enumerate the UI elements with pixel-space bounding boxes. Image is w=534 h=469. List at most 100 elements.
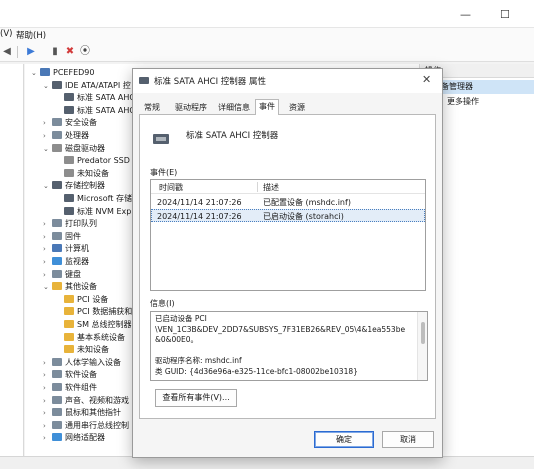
ok-button[interactable]: 确定 <box>314 431 374 448</box>
warning-icon <box>64 332 74 341</box>
chevron-right-icon[interactable]: › <box>43 357 52 369</box>
event-timestamp: 2024/11/14 21:07:26 <box>157 198 242 207</box>
tab-resources[interactable]: 资源 <box>286 101 308 114</box>
warning-icon <box>64 320 74 328</box>
computer-icon <box>40 68 50 76</box>
tree-item-label: 网络适配器 <box>65 433 105 443</box>
menu-view[interactable]: (V) <box>0 29 12 39</box>
tree-item[interactable]: ⌄ PCEFED90 <box>31 67 94 79</box>
tree-item[interactable]: › 打印队列 <box>43 218 97 230</box>
chevron-right-icon[interactable]: › <box>43 130 52 142</box>
events-list[interactable]: 时间戳 描述 2024/11/14 21:07:26 已配置设备 (mshdc.… <box>150 179 426 291</box>
tree-item-label: 人体学输入设备 <box>65 357 121 367</box>
tree-item[interactable]: 标准 NVM Exp <box>55 206 131 218</box>
tree-item[interactable]: ⌄ IDE ATA/ATAPI 控 <box>43 80 131 92</box>
chevron-down-icon[interactable]: ⌄ <box>43 143 52 155</box>
audio-icon <box>52 395 62 404</box>
info-textbox[interactable]: 已启动设备 PCI \VEN_1C3B&DEV_2DD7&SUBSYS_7F31E… <box>150 311 428 381</box>
tree-item-label: 标准 NVM Exp <box>77 206 132 216</box>
chevron-down-icon[interactable]: ⌄ <box>43 281 52 293</box>
chevron-right-icon[interactable]: › <box>43 395 52 407</box>
tree-item[interactable]: › 固件 <box>43 231 81 243</box>
tree-item[interactable]: › 安全设备 <box>43 117 97 129</box>
tree-item-label: 键盘 <box>65 269 81 279</box>
tab-details[interactable]: 详细信息 <box>215 101 253 114</box>
scroll-thumb[interactable] <box>421 322 425 344</box>
tree-item-label: 计算机 <box>65 244 89 254</box>
view-all-events-button[interactable]: 查看所有事件(V)... <box>155 389 237 407</box>
menu-help[interactable]: 帮助(H) <box>16 29 46 41</box>
chevron-right-icon[interactable]: › <box>43 256 52 268</box>
tree-item[interactable]: 基本系统设备 <box>55 332 125 344</box>
column-divider[interactable] <box>257 182 258 192</box>
tree-item-label: 标准 SATA AHC <box>77 93 135 103</box>
minimize-button[interactable]: — <box>460 8 471 21</box>
chevron-right-icon[interactable]: › <box>43 407 52 419</box>
tree-item-label: 软件组件 <box>65 383 97 392</box>
event-row[interactable]: 2024/11/14 21:07:26 已配置设备 (mshdc.inf) <box>151 196 425 209</box>
chevron-down-icon[interactable]: ⌄ <box>43 180 52 192</box>
tab-driver[interactable]: 驱动程序 <box>172 101 210 114</box>
chevron-right-icon[interactable]: › <box>43 269 52 281</box>
tree-item[interactable]: › 软件设备 <box>43 369 97 381</box>
dialog-title-bar: 标准 SATA AHCI 控制器 属性 ✕ <box>133 69 442 93</box>
tree-item[interactable]: PCI 数据捕获和 <box>55 306 132 318</box>
tree-item[interactable]: 未知设备 <box>55 168 109 180</box>
tree-item[interactable]: › 鼠标和其他指针 <box>43 407 121 419</box>
cancel-button[interactable]: 取消 <box>382 431 434 448</box>
chevron-right-icon[interactable]: › <box>43 117 52 129</box>
tree-item[interactable]: › 声音、视频和游戏 <box>43 395 129 407</box>
tree-item[interactable]: › 计算机 <box>43 243 89 255</box>
tree-item-label: 未知设备 <box>77 345 109 355</box>
tree-item-label: PCI 设备 <box>77 294 109 304</box>
chevron-right-icon[interactable]: › <box>43 243 52 255</box>
printer-icon <box>52 219 62 228</box>
update-driver-icon[interactable]: ▶ <box>24 45 38 59</box>
tab-events[interactable]: 事件 <box>255 99 279 115</box>
back-icon[interactable]: ◀ <box>0 45 14 59</box>
tree-item[interactable]: Predator SSD <box>55 155 130 167</box>
tree-item[interactable]: › 通用串行总线控制 <box>43 420 129 432</box>
scan-hardware-icon[interactable]: ⦿ <box>78 45 92 59</box>
uninstall-icon[interactable]: ✖ <box>63 45 77 59</box>
maximize-button[interactable]: ☐ <box>500 8 510 21</box>
tree-item[interactable]: › 网络适配器 <box>43 432 105 444</box>
storage-icon <box>64 194 74 202</box>
chevron-right-icon[interactable]: › <box>43 218 52 230</box>
network-icon <box>52 433 62 442</box>
tab-general[interactable]: 常规 <box>141 101 163 114</box>
chevron-down-icon[interactable]: ⌄ <box>31 67 40 79</box>
close-icon[interactable]: ✕ <box>422 73 431 86</box>
tree-item-label: 磁盘驱动器 <box>65 143 105 153</box>
column-description[interactable]: 描述 <box>263 182 279 193</box>
tree-item[interactable]: SM 总线控制器 <box>55 319 132 331</box>
chevron-right-icon[interactable]: › <box>43 382 52 394</box>
tree-item[interactable]: ⌄ 磁盘驱动器 <box>43 143 105 155</box>
tree-item[interactable]: Microsoft 存储 <box>55 193 132 205</box>
tree-item[interactable]: 未知设备 <box>55 344 109 356</box>
info-line: 驱动程序名称: mshdc.inf <box>155 356 242 365</box>
chevron-down-icon[interactable]: ⌄ <box>43 80 52 92</box>
disable-device-icon[interactable]: ▮ <box>48 45 62 59</box>
tree-item[interactable]: › 人体学输入设备 <box>43 357 121 369</box>
tree-item[interactable]: › 键盘 <box>43 269 81 281</box>
tree-item[interactable]: 标准 SATA AHC <box>55 105 135 117</box>
chevron-right-icon[interactable]: › <box>43 432 52 444</box>
tree-item[interactable]: ⌄ 其他设备 <box>43 281 97 293</box>
tree-item[interactable]: PCI 设备 <box>55 294 108 306</box>
chevron-right-icon[interactable]: › <box>43 231 52 243</box>
chevron-right-icon[interactable]: › <box>43 420 52 432</box>
info-scrollbar[interactable] <box>417 312 427 380</box>
usb-icon <box>52 420 62 429</box>
tree-item[interactable]: › 处理器 <box>43 130 89 142</box>
tree-item[interactable]: › 软件组件 <box>43 382 97 394</box>
event-row[interactable]: 2024/11/14 21:07:26 已启动设备 (storahci) <box>151 209 425 222</box>
tree-item[interactable]: 标准 SATA AHC <box>55 92 135 104</box>
tree-item[interactable]: › 监视器 <box>43 256 89 268</box>
column-timestamp[interactable]: 时间戳 <box>159 182 183 193</box>
chevron-right-icon[interactable]: › <box>43 369 52 381</box>
menu-bar: (V) 帮助(H) <box>0 28 534 42</box>
mouse-icon <box>52 408 62 417</box>
event-timestamp: 2024/11/14 21:07:26 <box>157 212 242 221</box>
tree-item[interactable]: ⌄ 存储控制器 <box>43 180 105 192</box>
